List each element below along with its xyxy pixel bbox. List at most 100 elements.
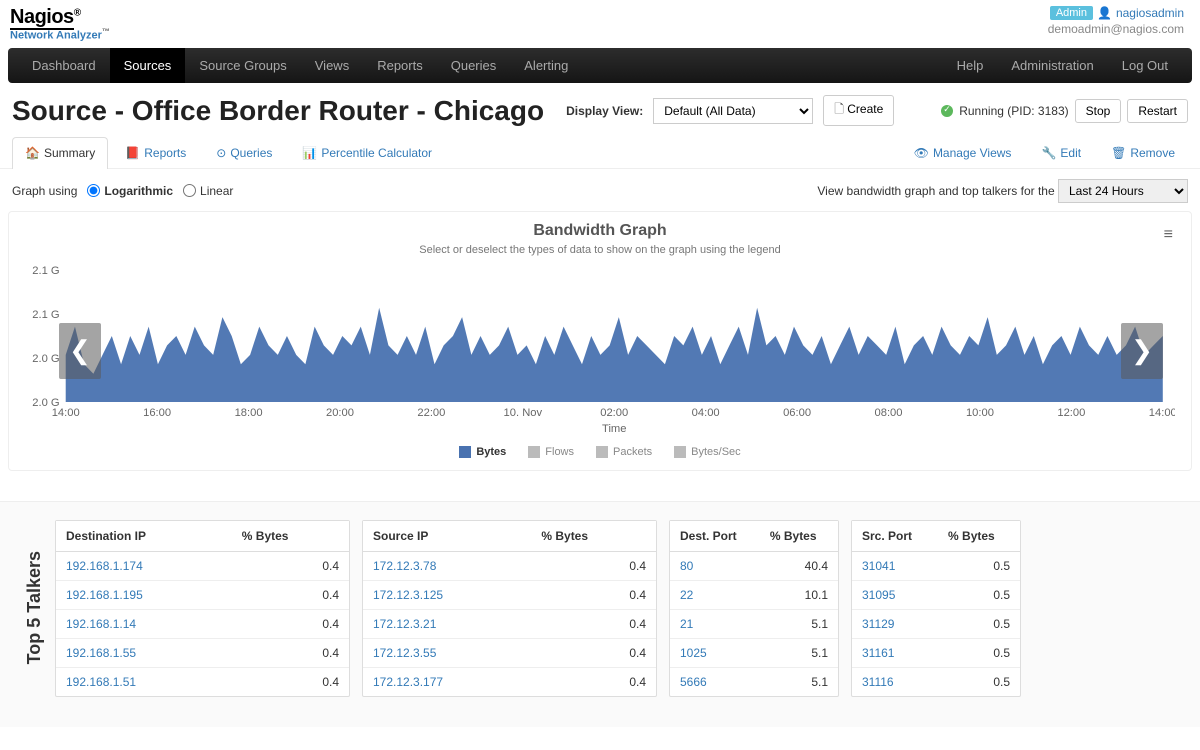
time-range-label: View bandwidth graph and top talkers for…: [817, 184, 1054, 198]
user-icon: 👤: [1097, 6, 1112, 20]
table-link[interactable]: 172.12.3.55: [373, 646, 436, 660]
nav-source-groups[interactable]: Source Groups: [185, 48, 300, 83]
remove-icon: 🗑: [1111, 146, 1126, 160]
subtab-queries[interactable]: ⊙Queries: [203, 137, 285, 168]
svg-text:20:00: 20:00: [326, 407, 354, 419]
dest-ip-table: Destination IP% Bytes192.168.1.1740.4192…: [55, 520, 350, 697]
legend-swatch: [459, 446, 471, 458]
subtab-summary[interactable]: 🏠Summary: [12, 137, 108, 169]
table-row: 172.12.3.780.4: [363, 551, 656, 580]
table-link[interactable]: 172.12.3.177: [373, 675, 443, 689]
col-header: % Bytes: [938, 521, 1020, 552]
linear-radio[interactable]: Linear: [183, 184, 233, 198]
nav-help[interactable]: Help: [943, 48, 998, 83]
nav-log-out[interactable]: Log Out: [1108, 48, 1182, 83]
nav-administration[interactable]: Administration: [997, 48, 1107, 83]
col-header: % Bytes: [760, 521, 838, 552]
time-range-select[interactable]: Last 24 Hours: [1058, 179, 1188, 203]
manage-views-icon: 👁: [914, 146, 929, 160]
source-ip-table: Source IP% Bytes172.12.3.780.4172.12.3.1…: [362, 520, 657, 697]
table-link[interactable]: 192.168.1.174: [66, 559, 143, 573]
table-row: 10255.1: [670, 638, 838, 667]
table-row: 192.168.1.510.4: [56, 667, 349, 696]
table-row: 172.12.3.550.4: [363, 638, 656, 667]
table-row: 310950.5: [852, 580, 1020, 609]
col-header: Dest. Port: [670, 521, 760, 552]
bandwidth-chart-panel: ≡ Bandwidth Graph Select or deselect the…: [8, 211, 1192, 471]
nav-dashboard[interactable]: Dashboard: [18, 48, 110, 83]
user-email: demoadmin@nagios.com: [1048, 22, 1184, 36]
edit-icon: 🔧: [1041, 146, 1056, 160]
table-link[interactable]: 31129: [862, 617, 894, 631]
chart-next-arrow[interactable]: ❯: [1121, 323, 1163, 379]
restart-button[interactable]: Restart: [1127, 99, 1188, 123]
table-link[interactable]: 1025: [680, 646, 707, 660]
chart-prev-arrow[interactable]: ❮: [59, 323, 101, 379]
legend-bytes-sec[interactable]: Bytes/Sec: [674, 446, 741, 458]
table-row: 192.168.1.550.4: [56, 638, 349, 667]
table-row: 192.168.1.1740.4: [56, 551, 349, 580]
bandwidth-chart[interactable]: 2.1 G2.1 G2.0 G2.0 G14:0016:0018:0020:00…: [25, 266, 1175, 436]
username-link[interactable]: nagiosadmin: [1116, 6, 1184, 20]
table-link[interactable]: 22: [680, 588, 693, 602]
status-text: Running (PID: 3183): [959, 104, 1068, 118]
log-radio[interactable]: Logarithmic: [87, 184, 173, 198]
table-row: 311160.5: [852, 667, 1020, 696]
percentile-calculator-icon: 📊: [302, 146, 317, 160]
subtab-remove[interactable]: 🗑Remove: [1098, 137, 1188, 168]
create-button[interactable]: 🗋 Create: [823, 95, 894, 126]
table-link[interactable]: 172.12.3.125: [373, 588, 443, 602]
svg-text:Time: Time: [602, 423, 626, 435]
table-link[interactable]: 192.168.1.195: [66, 588, 143, 602]
legend-swatch: [596, 446, 608, 458]
table-link[interactable]: 80: [680, 559, 693, 573]
table-row: 310410.5: [852, 551, 1020, 580]
table-row: 215.1: [670, 609, 838, 638]
table-link[interactable]: 172.12.3.21: [373, 617, 436, 631]
chart-menu-icon[interactable]: ≡: [1164, 226, 1173, 244]
subtab-manage-views[interactable]: 👁Manage Views: [901, 137, 1025, 168]
nav-sources[interactable]: Sources: [110, 48, 186, 83]
nav-alerting[interactable]: Alerting: [510, 48, 582, 83]
table-link[interactable]: 172.12.3.78: [373, 559, 436, 573]
legend-flows[interactable]: Flows: [528, 446, 574, 458]
nav-views[interactable]: Views: [301, 48, 363, 83]
table-link[interactable]: 5666: [680, 675, 707, 689]
status-running-icon: [941, 105, 953, 117]
table-link[interactable]: 31161: [862, 646, 894, 660]
table-row: 192.168.1.1950.4: [56, 580, 349, 609]
display-view-select[interactable]: Default (All Data): [653, 98, 813, 124]
legend-bytes[interactable]: Bytes: [459, 446, 506, 458]
nav-queries[interactable]: Queries: [437, 48, 511, 83]
main-navbar: DashboardSourcesSource GroupsViewsReport…: [8, 48, 1192, 83]
table-link[interactable]: 31116: [862, 675, 894, 689]
stop-button[interactable]: Stop: [1075, 99, 1122, 123]
table-link[interactable]: 192.168.1.55: [66, 646, 136, 660]
subtab-percentile-calculator[interactable]: 📊Percentile Calculator: [289, 137, 445, 168]
logo[interactable]: Nagios® Network Analyzer™: [10, 6, 110, 42]
svg-text:02:00: 02:00: [600, 407, 628, 419]
svg-text:22:00: 22:00: [417, 407, 445, 419]
legend-packets[interactable]: Packets: [596, 446, 652, 458]
table-row: 56665.1: [670, 667, 838, 696]
dest-port-table: Dest. Port% Bytes8040.42210.1215.110255.…: [669, 520, 839, 697]
nav-reports[interactable]: Reports: [363, 48, 437, 83]
table-link[interactable]: 192.168.1.14: [66, 617, 136, 631]
table-row: 192.168.1.140.4: [56, 609, 349, 638]
table-link[interactable]: 21: [680, 617, 693, 631]
table-row: 311290.5: [852, 609, 1020, 638]
graph-using-label: Graph using: [12, 184, 77, 198]
svg-text:16:00: 16:00: [143, 407, 171, 419]
svg-text:12:00: 12:00: [1057, 407, 1085, 419]
queries-icon: ⊙: [216, 146, 226, 160]
table-link[interactable]: 192.168.1.51: [66, 675, 136, 689]
col-header: % Bytes: [531, 521, 656, 552]
page-title: Source - Office Border Router - Chicago: [12, 95, 544, 127]
table-link[interactable]: 31095: [862, 588, 895, 602]
subtab-reports[interactable]: 📕Reports: [112, 137, 199, 168]
subtab-edit[interactable]: 🔧Edit: [1028, 137, 1094, 168]
reports-icon: 📕: [125, 146, 140, 160]
table-link[interactable]: 31041: [862, 559, 895, 573]
legend-swatch: [528, 446, 540, 458]
file-icon: 🗋: [834, 102, 844, 116]
